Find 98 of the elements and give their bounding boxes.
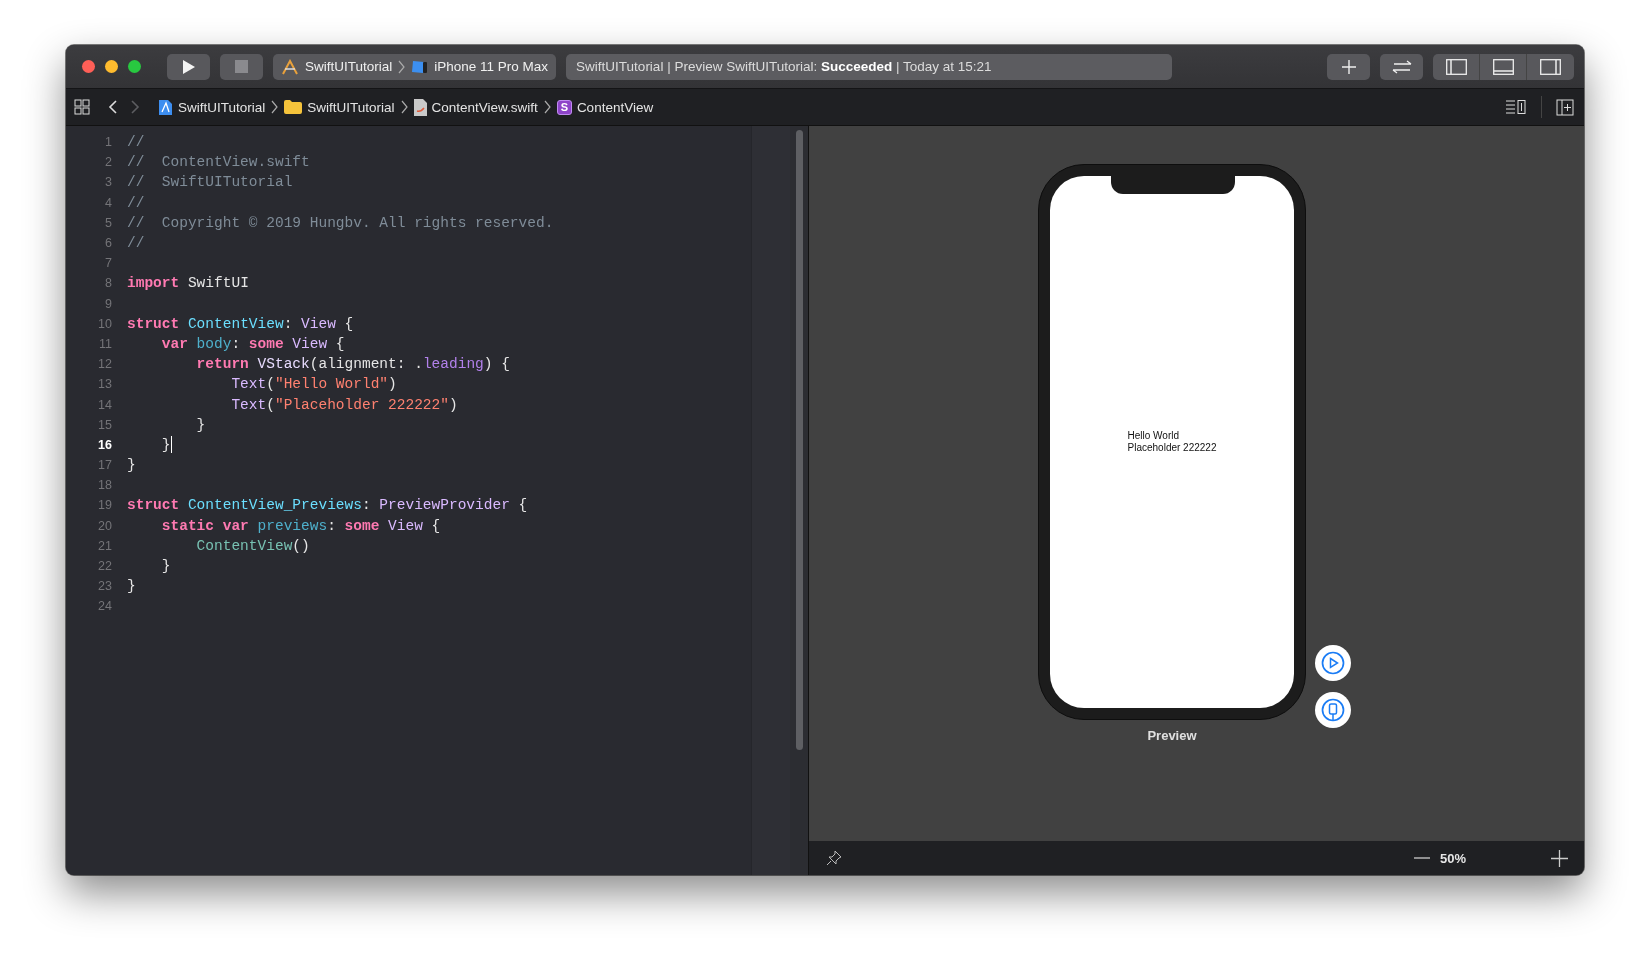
breadcrumb-item[interactable]: SwiftUITutorial	[284, 99, 395, 115]
text-cursor	[170, 436, 172, 454]
line-number: 21	[97, 538, 112, 553]
preview-text: Placeholder 222222	[1127, 442, 1217, 454]
preview-label: Preview	[1146, 728, 1198, 743]
lines-panel-icon	[1505, 99, 1527, 115]
chevron-icon	[400, 100, 408, 114]
right-panel-icon	[1540, 58, 1561, 75]
stop-icon	[235, 60, 248, 73]
breadcrumb-item[interactable]: SwiftUITutorial	[158, 98, 266, 116]
live-preview-button[interactable]	[1315, 645, 1351, 681]
code-line: static var previews: some View {	[160, 517, 441, 534]
run-button[interactable]	[167, 53, 210, 80]
code-line: }	[127, 457, 136, 474]
line-number: 4	[104, 195, 112, 210]
line-number: 20	[97, 518, 112, 533]
zoom-level: 50%	[1439, 850, 1466, 866]
code-line: // SwiftUITutorial	[127, 174, 293, 191]
minus-icon	[1413, 856, 1430, 860]
struct-badge: S	[556, 99, 572, 115]
code-line: Text("Placeholder 222222")	[230, 396, 458, 413]
code-line: }	[127, 578, 136, 595]
scheme-selector[interactable]: SwiftUITutorial iPhone 11 Pro Max	[273, 53, 557, 80]
code-line: }	[195, 416, 206, 433]
line-number: 23	[97, 579, 112, 594]
code-line: //	[127, 134, 145, 151]
line-number: 14	[97, 397, 112, 412]
line-number: 15	[97, 417, 112, 432]
code-line: struct ContentView: View {	[127, 315, 354, 332]
left-panel-icon	[1445, 58, 1467, 75]
preview-text: Hello World	[1127, 430, 1179, 442]
chevron-icon	[398, 59, 406, 74]
line-number: 16	[97, 437, 112, 452]
code-line: }	[160, 436, 172, 454]
line-number: 7	[104, 256, 112, 271]
line-number: 12	[97, 357, 112, 372]
code-line: struct ContentView_Previews: PreviewProvider {	[127, 497, 528, 514]
line-number: 5	[104, 215, 112, 230]
play-circle-icon	[1321, 651, 1345, 675]
phone-icon	[411, 59, 429, 74]
chevron-icon	[271, 100, 279, 114]
code-line: // ContentView.swift	[127, 154, 310, 171]
line-number: 18	[97, 478, 112, 493]
add-editor-icon	[1556, 98, 1574, 116]
code-line: ContentView()	[195, 537, 310, 554]
line-number: 24	[97, 599, 112, 614]
editor-options-button[interactable]	[1505, 99, 1527, 115]
code-line: import SwiftUI	[127, 275, 249, 292]
minimize-button[interactable]	[105, 60, 118, 73]
breadcrumb-item[interactable]: ContentView.swift	[413, 98, 538, 116]
breadcrumb-item[interactable]: S ContentView	[556, 99, 654, 115]
plus-icon	[1341, 59, 1356, 74]
chevron-icon	[543, 100, 551, 114]
close-button[interactable]	[82, 60, 95, 73]
zoom-in-button[interactable]	[1551, 849, 1568, 867]
code-line: // Copyright © 2019 Hungbv. All rights reserved.	[127, 214, 554, 231]
related-items-button[interactable]	[74, 99, 90, 115]
code-line: //	[127, 194, 145, 211]
activity-status: SwiftUITutorial | Preview SwiftUITutorial: Succeeded | Today at 15:21	[566, 53, 1173, 80]
swift-file-icon	[413, 98, 427, 116]
line-number: 13	[97, 377, 112, 392]
code-line: //	[127, 235, 145, 252]
code-line: Text("Hello World")	[230, 376, 397, 393]
line-number: 1	[104, 135, 112, 150]
folder-icon	[284, 100, 303, 114]
hammer-app-icon	[281, 58, 299, 75]
code-line: return VStack(alignment: .leading) {	[195, 356, 510, 373]
pin-icon	[825, 849, 843, 867]
device-circle-icon	[1321, 698, 1345, 722]
stop-button[interactable]	[220, 53, 263, 80]
line-number: 3	[104, 175, 112, 190]
bottom-panel-icon	[1492, 58, 1514, 75]
zoom-out-button[interactable]	[1413, 856, 1430, 860]
line-number: 19	[97, 498, 112, 513]
scrollbar-thumb[interactable]	[795, 130, 803, 750]
line-number: 2	[104, 155, 112, 170]
code-line: var body: some View {	[160, 335, 345, 352]
code-review-button[interactable]	[1380, 53, 1423, 80]
device-name: iPhone 11 Pro Max	[434, 59, 549, 74]
line-number: 6	[104, 236, 112, 251]
line-number: 22	[97, 559, 112, 574]
line-number: 11	[98, 336, 112, 351]
line-number: 17	[97, 458, 112, 473]
device-preview-button[interactable]	[1315, 692, 1351, 728]
zoom-button[interactable]	[128, 60, 141, 73]
plus-icon	[1551, 849, 1568, 867]
swap-arrows-icon	[1390, 59, 1413, 74]
line-number: 8	[104, 276, 112, 291]
scheme-name: SwiftUITutorial	[305, 59, 393, 74]
line-number: 9	[104, 296, 112, 311]
pin-button[interactable]	[825, 849, 843, 867]
add-editor-button[interactable]	[1556, 98, 1574, 116]
grid-icon	[74, 99, 90, 115]
play-icon	[181, 58, 196, 75]
code-line: }	[160, 558, 171, 575]
line-number: 10	[97, 316, 112, 331]
library-button[interactable]	[1327, 53, 1370, 80]
app-icon	[158, 98, 173, 116]
